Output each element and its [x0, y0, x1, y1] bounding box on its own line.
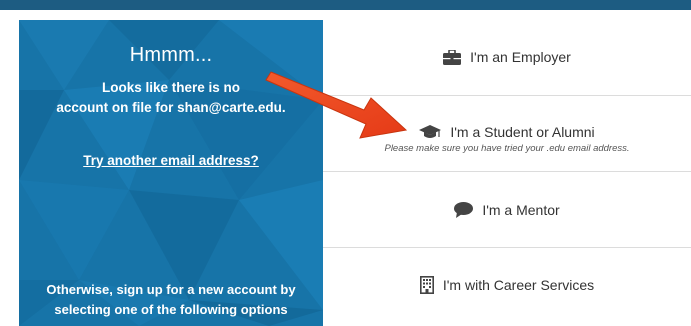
option-mentor[interactable]: I'm a Mentor	[323, 172, 691, 248]
graduation-cap-icon	[419, 124, 442, 140]
message-prefix: account on file for	[56, 100, 178, 115]
heading: Hmmm...	[129, 44, 213, 66]
option-label: I'm an Employer	[470, 49, 571, 65]
info-panel: Hmmm... Looks like there is no account o…	[19, 20, 323, 326]
message-line-1: Looks like there is no	[101, 80, 241, 95]
no-account-message: Looks like there is no account on file f…	[19, 78, 323, 118]
briefcase-icon	[443, 49, 462, 65]
option-label: I'm with Career Services	[442, 277, 595, 293]
building-icon	[419, 276, 434, 294]
top-bar	[0, 0, 691, 10]
account-type-options: I'm an Employer I'm a Student or Alumni …	[323, 20, 691, 326]
option-label: I'm a Mentor	[482, 202, 560, 218]
signup-dialog: Hmmm... Looks like there is no account o…	[14, 10, 691, 326]
option-student-alumni[interactable]: I'm a Student or Alumni Please make sure…	[323, 96, 691, 172]
message-line-2: account on file for shan@carte.edu.	[19, 98, 323, 118]
instructions-line-1: Otherwise, sign up for a new account by	[46, 282, 296, 297]
option-employer[interactable]: I'm an Employer	[323, 20, 691, 96]
message-suffix: .	[281, 100, 286, 115]
edu-email-hint: Please make sure you have tried your .ed…	[384, 143, 630, 154]
option-career-services[interactable]: I'm with Career Services	[323, 248, 691, 324]
try-another-email-link[interactable]: Try another email address?	[19, 153, 323, 168]
signup-instructions: Otherwise, sign up for a new account by …	[19, 280, 323, 320]
instructions-line-2: selecting one of the following options	[54, 302, 288, 317]
speech-bubble-icon	[454, 202, 474, 218]
option-label: I'm a Student or Alumni	[450, 124, 595, 140]
email-address: shan@carte.edu	[177, 100, 282, 115]
